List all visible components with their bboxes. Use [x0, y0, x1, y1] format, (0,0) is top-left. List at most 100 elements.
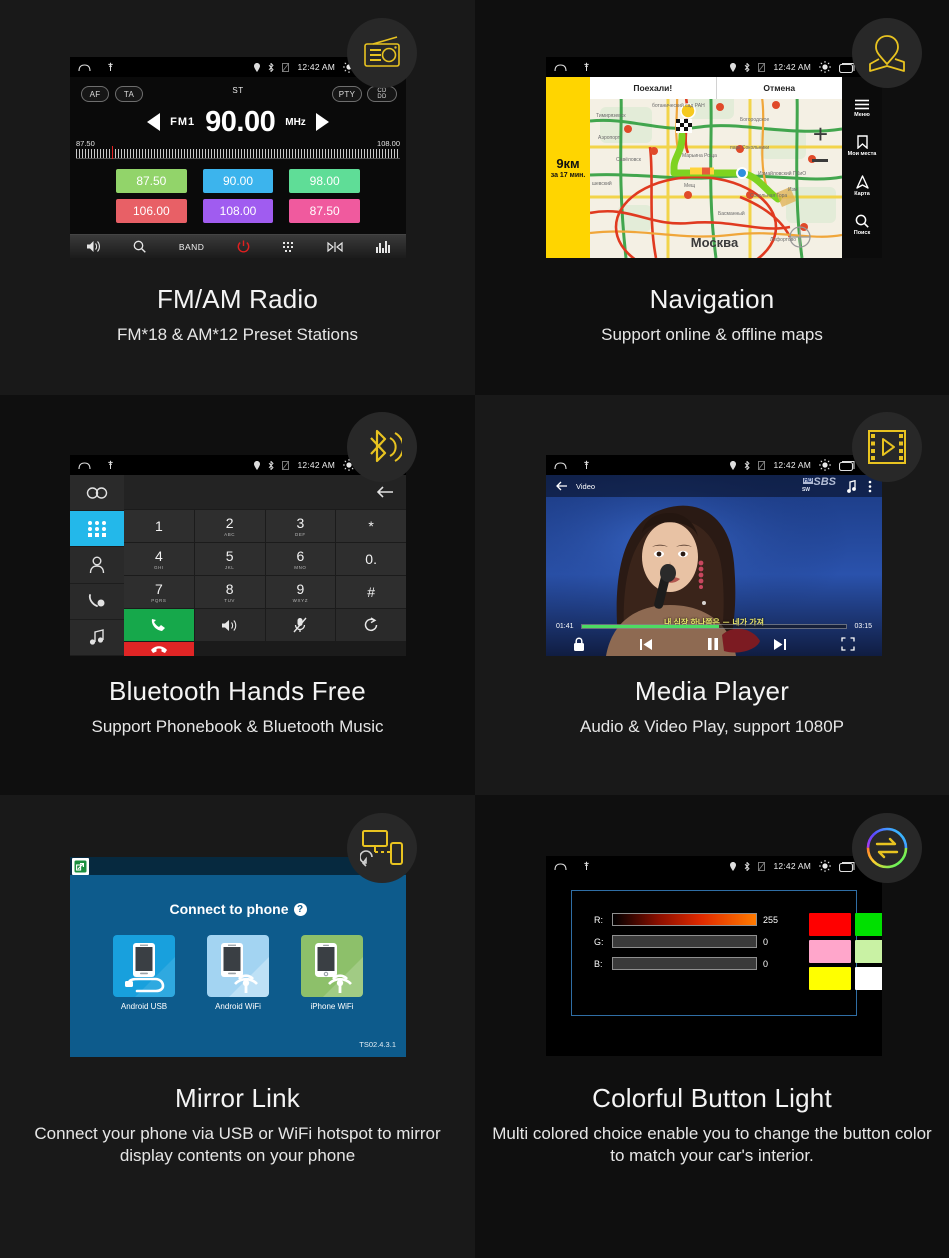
home-icon[interactable]	[78, 63, 91, 72]
brightness-icon[interactable]	[819, 61, 831, 73]
tune-up-button[interactable]	[315, 113, 329, 131]
color-swatch[interactable]	[809, 913, 851, 936]
hangup-button[interactable]	[124, 642, 194, 656]
panel-title: Bluetooth Hands Free	[109, 676, 366, 706]
dial-key[interactable]: 6 MNO	[265, 543, 336, 575]
home-icon[interactable]	[554, 63, 567, 72]
channel-track[interactable]	[612, 935, 757, 948]
pause-icon[interactable]	[707, 637, 719, 651]
power-icon[interactable]	[237, 240, 250, 253]
dial-key[interactable]: 3 DEF	[265, 510, 336, 542]
back-arrow-icon[interactable]	[556, 481, 568, 491]
pin-icon[interactable]	[583, 861, 590, 871]
progress-fill	[581, 625, 720, 628]
brightness-icon[interactable]	[819, 459, 831, 471]
volume-icon[interactable]	[86, 240, 101, 253]
go-button[interactable]: Поехали!	[590, 77, 717, 99]
brightness-icon[interactable]	[819, 860, 831, 872]
call-button[interactable]	[124, 609, 194, 641]
home-icon[interactable]	[78, 461, 91, 470]
dial-key[interactable]: 4 GHI	[124, 543, 194, 575]
band-button[interactable]: BAND	[179, 242, 205, 252]
dial-key[interactable]: 0.	[336, 543, 406, 575]
search-icon[interactable]	[133, 240, 147, 253]
keypad-icon[interactable]	[282, 240, 295, 253]
home-icon[interactable]	[554, 461, 567, 470]
rail-item-pair[interactable]	[70, 475, 124, 512]
number-input-row[interactable]	[124, 475, 406, 510]
channel-track[interactable]	[612, 913, 757, 926]
tune-down-button[interactable]	[147, 113, 161, 131]
preset-button[interactable]: 90.00	[202, 169, 274, 193]
zoom-out-button[interactable]	[812, 159, 828, 162]
color-swatch[interactable]	[809, 940, 851, 963]
rail-item-map[interactable]: Карта	[854, 175, 870, 197]
dial-key[interactable]: *	[336, 510, 406, 542]
radio-app: AF TA ST PTY CD DD FM1 90.00 MHz 87.50 1…	[70, 77, 406, 258]
panel-subtitle: Support Phonebook & Bluetooth Music	[91, 717, 384, 737]
shuffle-icon[interactable]	[327, 241, 344, 253]
scale-ruler	[76, 149, 400, 159]
progress-bar[interactable]	[580, 624, 848, 629]
rail-item-contacts[interactable]	[70, 547, 124, 584]
mic-mute-button[interactable]	[265, 609, 336, 641]
map-label: шевский	[592, 181, 612, 187]
recents-icon[interactable]	[839, 460, 856, 471]
rail-item-music[interactable]	[70, 620, 124, 656]
dial-key[interactable]: 9 WXYZ	[265, 576, 336, 608]
option-android-wifi[interactable]: Android WiFi	[207, 935, 269, 1011]
rail-item-history[interactable]	[70, 584, 124, 620]
home-icon[interactable]	[554, 862, 567, 871]
prev-icon[interactable]	[639, 638, 653, 651]
map-canvas[interactable]: + Москва Тимирязевск ботанический сад РА…	[590, 77, 842, 258]
color-swatch[interactable]	[855, 940, 882, 963]
backspace-icon[interactable]	[374, 485, 394, 499]
frequency-value: 90.00	[205, 105, 276, 138]
music-note-icon[interactable]	[847, 479, 856, 493]
pty-button[interactable]: PTY	[332, 86, 362, 102]
help-icon[interactable]: ?	[293, 903, 307, 916]
dial-key[interactable]: 7 PQRS	[124, 576, 194, 608]
mirror-app-icon[interactable]	[72, 857, 89, 875]
dial-key[interactable]: 8 TUV	[194, 576, 265, 608]
mirrorlink-app: Connect to phone? Android USB Android Wi…	[70, 857, 406, 1057]
equalizer-icon[interactable]	[375, 240, 390, 253]
dial-key[interactable]: 5 JKL	[194, 543, 265, 575]
more-options-icon[interactable]	[868, 480, 872, 493]
cancel-button[interactable]: Отмена	[716, 77, 842, 99]
pin-icon[interactable]	[583, 460, 590, 470]
color-swatch[interactable]	[855, 913, 882, 936]
preset-button[interactable]: 106.00	[116, 199, 187, 223]
lock-icon[interactable]	[573, 637, 585, 651]
channel-track[interactable]	[612, 957, 757, 970]
status-bar-time: 12:42 AM	[773, 861, 811, 871]
dial-key[interactable]: 2 ABC	[194, 510, 265, 542]
rail-item-search[interactable]: Поиск	[854, 214, 870, 236]
rail-item-places[interactable]: Мои места	[848, 135, 876, 157]
preset-button[interactable]: 87.50	[289, 199, 360, 223]
option-iphone-wifi[interactable]: iPhone WiFi	[301, 935, 363, 1011]
rail-item-dialpad[interactable]	[70, 511, 124, 548]
zoom-in-button[interactable]: +	[813, 121, 828, 147]
color-swatch[interactable]	[809, 967, 851, 990]
dial-key[interactable]: 1	[124, 510, 194, 542]
dial-key[interactable]: #	[336, 576, 406, 608]
pin-icon[interactable]	[583, 62, 590, 72]
next-icon[interactable]	[773, 638, 787, 651]
option-android-usb[interactable]: Android USB	[113, 935, 175, 1011]
map-label: парк Сокольники	[730, 145, 770, 151]
preset-button[interactable]: 87.50	[116, 169, 187, 193]
fullscreen-icon[interactable]	[841, 637, 855, 651]
preset-button[interactable]: 98.00	[289, 169, 360, 193]
transfer-button[interactable]	[336, 609, 406, 641]
frequency-scale[interactable]: 87.50 108.00	[76, 139, 400, 161]
color-swatch[interactable]	[855, 967, 882, 990]
rail-item-menu[interactable]: Меню	[854, 99, 870, 118]
speaker-button[interactable]	[194, 609, 265, 641]
preset-button[interactable]: 108.00	[202, 199, 274, 223]
recents-icon[interactable]	[839, 861, 856, 872]
pin-icon[interactable]	[107, 62, 114, 72]
cd-button[interactable]: CD DD	[367, 86, 397, 102]
sim-icon	[758, 861, 766, 871]
pin-icon[interactable]	[107, 460, 114, 470]
